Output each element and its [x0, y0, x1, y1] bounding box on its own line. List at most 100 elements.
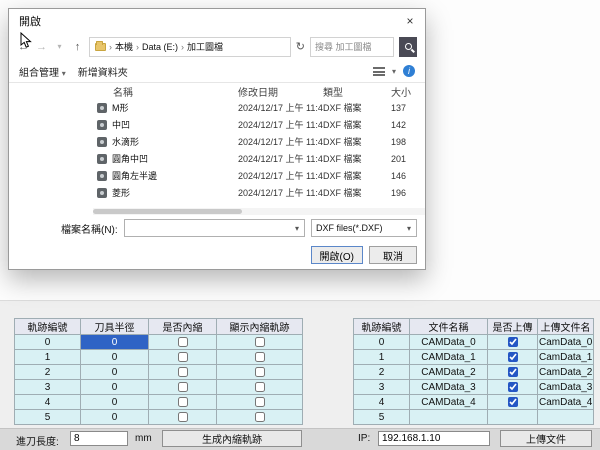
new-folder-button[interactable]: 新增資料夾 — [78, 64, 128, 79]
inset-cell[interactable] — [149, 365, 217, 380]
tool-radius-cell[interactable]: 0 — [81, 395, 149, 410]
tool-radius-cell[interactable]: 0 — [81, 380, 149, 395]
breadcrumb-item-computer[interactable]: 本機 — [115, 40, 133, 53]
col-header-date[interactable]: 修改日期 — [238, 84, 323, 99]
upload-name-cell[interactable]: CamData_3 — [538, 380, 594, 395]
upload-name-cell[interactable]: CamData_2 — [538, 365, 594, 380]
upload-flag-cell[interactable] — [488, 380, 538, 395]
show-inset-cell[interactable] — [217, 410, 303, 425]
inset-checkbox[interactable] — [178, 367, 188, 377]
show-inset-cell[interactable] — [217, 335, 303, 350]
info-icon[interactable]: i — [403, 65, 415, 77]
breadcrumb-item-folder[interactable]: 加工圖檔 — [187, 40, 223, 53]
track-id-cell[interactable]: 1 — [354, 350, 410, 365]
close-icon[interactable]: × — [395, 9, 425, 33]
track-id-cell[interactable]: 5 — [354, 410, 410, 425]
file-row[interactable]: 圓角中凹2024/12/17 上午 11:45DXF 檔案201 — [93, 150, 425, 167]
tool-radius-cell[interactable]: 0 — [81, 350, 149, 365]
breadcrumb-item-drive[interactable]: Data (E:) — [142, 42, 178, 52]
track-id-cell[interactable]: 3 — [15, 380, 81, 395]
file-row[interactable]: 圓角左半邊2024/12/17 上午 11:44DXF 檔案146 — [93, 167, 425, 184]
show-inset-checkbox[interactable] — [255, 382, 265, 392]
upload-flag-cell[interactable] — [488, 365, 538, 380]
show-inset-checkbox[interactable] — [255, 412, 265, 422]
track-id-cell[interactable]: 4 — [354, 395, 410, 410]
chevron-down-icon[interactable]: ▾ — [402, 224, 416, 233]
track-id-cell[interactable]: 0 — [15, 335, 81, 350]
file-row[interactable]: 菱形2024/12/17 上午 11:44DXF 檔案196 — [93, 184, 425, 201]
col-header-size[interactable]: 大小 — [391, 84, 425, 99]
show-inset-cell[interactable] — [217, 380, 303, 395]
breadcrumb[interactable]: › 本機 › Data (E:) › 加工圖檔 — [89, 37, 291, 57]
track-id-cell[interactable]: 0 — [354, 335, 410, 350]
horizontal-scrollbar[interactable] — [93, 208, 425, 215]
scrollbar-thumb[interactable] — [93, 209, 242, 214]
feed-length-input[interactable] — [70, 431, 128, 446]
filename-combobox[interactable]: ▾ — [124, 219, 305, 237]
cam-file-cell[interactable]: CAMData_0 — [410, 335, 488, 350]
recent-locations-icon[interactable]: ▾ — [53, 42, 66, 51]
upload-flag-cell[interactable] — [488, 335, 538, 350]
upload-checkbox[interactable] — [508, 337, 518, 347]
cancel-button[interactable]: 取消 — [369, 246, 417, 264]
show-inset-checkbox[interactable] — [255, 352, 265, 362]
inset-checkbox[interactable] — [178, 337, 188, 347]
search-button[interactable] — [399, 37, 417, 57]
show-inset-checkbox[interactable] — [255, 337, 265, 347]
upload-flag-cell[interactable] — [488, 410, 538, 425]
view-options-icon[interactable] — [373, 67, 385, 76]
col-header-type[interactable]: 類型 — [323, 84, 391, 99]
inset-cell[interactable] — [149, 350, 217, 365]
track-id-cell[interactable]: 3 — [354, 380, 410, 395]
dialog-title-bar[interactable]: 開啟 × — [9, 9, 425, 33]
inset-checkbox[interactable] — [178, 412, 188, 422]
tool-radius-cell[interactable]: 0 — [81, 335, 149, 350]
upload-name-cell[interactable]: CamData_1 — [538, 350, 594, 365]
cam-file-cell[interactable]: CAMData_2 — [410, 365, 488, 380]
upload-name-cell[interactable]: CamData_4 — [538, 395, 594, 410]
upload-checkbox[interactable] — [508, 352, 518, 362]
open-button[interactable]: 開啟(O) — [311, 246, 363, 264]
tool-radius-cell[interactable]: 0 — [81, 365, 149, 380]
inset-cell[interactable] — [149, 410, 217, 425]
upload-name-cell[interactable] — [538, 410, 594, 425]
inset-checkbox[interactable] — [178, 397, 188, 407]
upload-checkbox[interactable] — [508, 397, 518, 407]
inset-cell[interactable] — [149, 395, 217, 410]
filetype-select[interactable]: DXF files(*.DXF) ▾ — [311, 219, 417, 237]
upload-flag-cell[interactable] — [488, 350, 538, 365]
generate-inset-button[interactable]: 生成內縮軌跡 — [162, 430, 302, 447]
file-row[interactable]: 水滴形2024/12/17 上午 11:44DXF 檔案198 — [93, 133, 425, 150]
track-id-cell[interactable]: 5 — [15, 410, 81, 425]
track-id-cell[interactable]: 4 — [15, 395, 81, 410]
track-id-cell[interactable]: 2 — [354, 365, 410, 380]
search-input[interactable]: 搜尋 加工圖檔 — [310, 37, 394, 57]
show-inset-checkbox[interactable] — [255, 367, 265, 377]
upload-flag-cell[interactable] — [488, 395, 538, 410]
up-icon[interactable]: ↑ — [71, 41, 84, 53]
chevron-down-icon[interactable]: ▾ — [290, 224, 304, 233]
refresh-icon[interactable]: ↻ — [296, 40, 305, 53]
inset-cell[interactable] — [149, 335, 217, 350]
file-row[interactable]: 中凹2024/12/17 上午 11:45DXF 檔案142 — [93, 116, 425, 133]
show-inset-checkbox[interactable] — [255, 397, 265, 407]
file-row[interactable]: M形2024/12/17 上午 11:45DXF 檔案137 — [93, 99, 425, 116]
ip-input[interactable] — [378, 431, 490, 446]
inset-checkbox[interactable] — [178, 382, 188, 392]
forward-icon[interactable]: → — [35, 41, 48, 53]
cam-file-cell[interactable] — [410, 410, 488, 425]
track-id-cell[interactable]: 2 — [15, 365, 81, 380]
upload-checkbox[interactable] — [508, 382, 518, 392]
show-inset-cell[interactable] — [217, 365, 303, 380]
inset-cell[interactable] — [149, 380, 217, 395]
cam-file-cell[interactable]: CAMData_3 — [410, 380, 488, 395]
show-inset-cell[interactable] — [217, 350, 303, 365]
upload-checkbox[interactable] — [508, 367, 518, 377]
upload-file-button[interactable]: 上傳文件 — [500, 430, 592, 447]
organize-button[interactable]: 組合管理 ▾ — [19, 64, 66, 79]
tool-radius-cell[interactable]: 0 — [81, 410, 149, 425]
col-header-name[interactable]: 名稱 — [93, 84, 238, 99]
upload-name-cell[interactable]: CamData_0 — [538, 335, 594, 350]
cam-file-cell[interactable]: CAMData_1 — [410, 350, 488, 365]
cam-file-cell[interactable]: CAMData_4 — [410, 395, 488, 410]
